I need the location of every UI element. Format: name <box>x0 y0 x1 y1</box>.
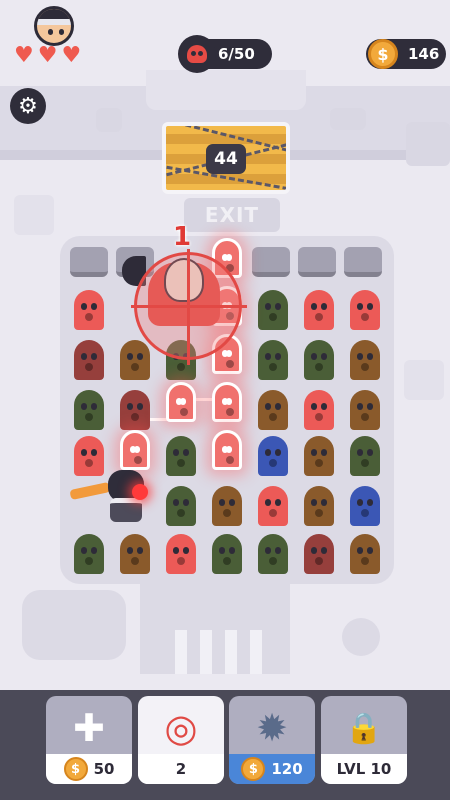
zombie[interactable] <box>304 340 334 380</box>
zombie[interactable] <box>350 486 380 526</box>
zombie[interactable] <box>258 486 288 526</box>
background-box <box>404 360 444 400</box>
background-box <box>14 195 54 235</box>
exit-gate: 44 <box>162 122 290 194</box>
powerup-cost: 50 <box>93 760 115 778</box>
player-avatar <box>34 6 74 46</box>
grenade-icon: ✹ <box>256 706 288 750</box>
lock-icon: 🔒 <box>345 710 383 746</box>
zombie[interactable] <box>350 340 380 380</box>
target-hits-remaining: 1 <box>173 222 192 252</box>
powerup-grenade[interactable]: ✹ $ 120 <box>229 696 315 784</box>
background-panel <box>330 108 366 130</box>
heart-icon: ♥ <box>61 43 82 68</box>
health-kit-icon: ✚ <box>73 706 105 750</box>
tire <box>342 618 380 656</box>
powerup-locked[interactable]: 🔒 LVL 10 <box>321 696 407 784</box>
zombie[interactable] <box>258 290 288 330</box>
board-exit-lane <box>140 584 290 674</box>
zombie[interactable] <box>166 534 196 574</box>
zombie[interactable] <box>120 340 150 380</box>
crosswalk-stripe <box>200 630 212 674</box>
lives: ♥ ♥ ♥ <box>14 45 81 67</box>
powerup-health-kit[interactable]: ✚ $ 50 <box>46 696 132 784</box>
powerup-count: 2 <box>175 760 187 778</box>
game-scene: ♥ ♥ ♥ 6/50 $ 146 ⚙ 44 EXIT 1 <box>0 0 450 690</box>
crosswalk-stripe <box>225 630 237 674</box>
zombie[interactable] <box>350 390 380 430</box>
gear-icon: ⚙ <box>18 93 38 119</box>
exit-sign: EXIT <box>184 198 280 232</box>
coin-icon: $ <box>241 757 266 781</box>
zombie[interactable] <box>258 340 288 380</box>
unlock-level: LVL 10 <box>336 760 392 778</box>
coin-balance-text: 146 <box>408 45 440 63</box>
coin-balance: $ 146 <box>366 39 446 69</box>
zombie[interactable] <box>74 534 104 574</box>
zombie[interactable] <box>166 486 196 526</box>
zombie[interactable] <box>212 534 242 574</box>
zombie[interactable] <box>304 390 334 430</box>
wrecked-car <box>22 590 126 660</box>
zombie[interactable] <box>74 290 104 330</box>
background-generator <box>406 122 450 166</box>
zombie[interactable] <box>120 390 150 430</box>
zombie[interactable] <box>350 436 380 476</box>
zombie-highlighted[interactable] <box>212 382 242 422</box>
powerup-cost: 120 <box>271 760 303 778</box>
barrier <box>298 247 336 277</box>
zombie[interactable] <box>304 486 334 526</box>
zombie[interactable] <box>258 390 288 430</box>
zombie[interactable] <box>258 436 288 476</box>
zombie[interactable] <box>350 534 380 574</box>
powerup-target-missile[interactable]: ◎ 2 <box>138 696 224 784</box>
zombie[interactable] <box>74 390 104 430</box>
crosswalk-stripe <box>175 630 187 674</box>
settings-button[interactable]: ⚙ <box>10 88 46 124</box>
zombie[interactable] <box>212 486 242 526</box>
skull-icon <box>178 35 216 73</box>
zombie[interactable] <box>304 534 334 574</box>
coin-icon: $ <box>63 757 88 781</box>
background-crate <box>96 108 122 132</box>
barrier <box>252 247 290 277</box>
zombie[interactable] <box>258 534 288 574</box>
muzzle-flash <box>132 484 148 500</box>
kill-counter: 6/50 <box>178 35 272 73</box>
zombie[interactable] <box>304 290 334 330</box>
target-reticle <box>131 249 247 365</box>
player-character[interactable] <box>69 470 148 524</box>
background-awning <box>146 70 306 110</box>
zombie[interactable] <box>166 436 196 476</box>
heart-icon: ♥ <box>37 43 58 68</box>
zombie-highlighted[interactable] <box>166 382 196 422</box>
zombie[interactable] <box>74 436 104 476</box>
zombie[interactable] <box>304 436 334 476</box>
kill-counter-text: 6/50 <box>218 45 255 63</box>
zombie[interactable] <box>74 340 104 380</box>
barrier <box>70 247 108 277</box>
coin-icon: $ <box>368 39 398 69</box>
zombie-highlighted[interactable] <box>120 430 150 470</box>
gate-counter: 44 <box>206 144 246 174</box>
zombie-highlighted[interactable] <box>212 430 242 470</box>
heart-icon: ♥ <box>14 43 34 68</box>
target-missile-icon: ◎ <box>164 706 198 750</box>
zombie[interactable] <box>350 290 380 330</box>
crosswalk-stripe <box>250 630 262 674</box>
zombie[interactable] <box>120 534 150 574</box>
barrier <box>344 247 382 277</box>
